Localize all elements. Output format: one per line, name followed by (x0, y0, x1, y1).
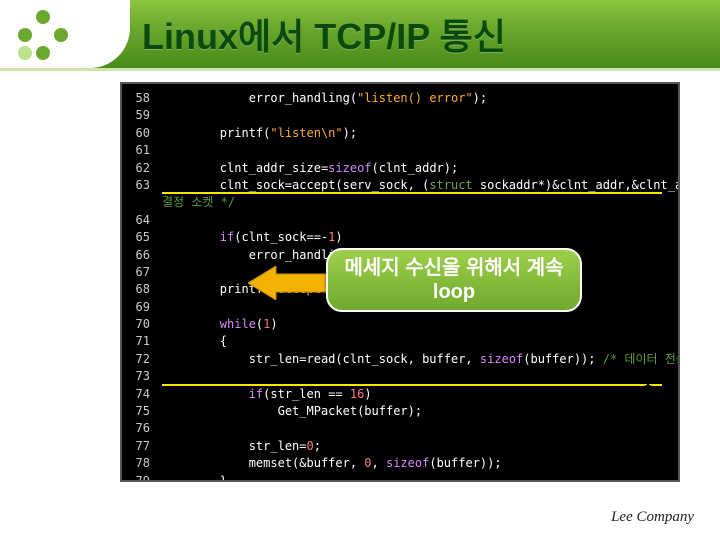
callout-line1: 메세지 수신을 위해서 계속 (344, 256, 563, 280)
highlight-underline-2 (162, 384, 662, 386)
slide-header: Linux에서 TCP/IP 통신 (0, 0, 720, 68)
logo-dots (18, 10, 70, 62)
footer-text: Lee Company (611, 509, 694, 526)
header-underline (0, 68, 720, 71)
highlight-underline-1 (162, 192, 662, 194)
header-cap (0, 0, 130, 68)
arrow-icon (248, 266, 326, 300)
callout-box: 메세지 수신을 위해서 계속 loop (326, 248, 582, 312)
slide-title: Linux에서 TCP/IP 통신 (142, 8, 506, 60)
callout-line2: loop (433, 280, 475, 304)
text-cursor: I (644, 366, 652, 393)
line-number-gutter: 58 59 60 61 62 63 64 65 66 67 68 69 70 7… (122, 90, 156, 482)
